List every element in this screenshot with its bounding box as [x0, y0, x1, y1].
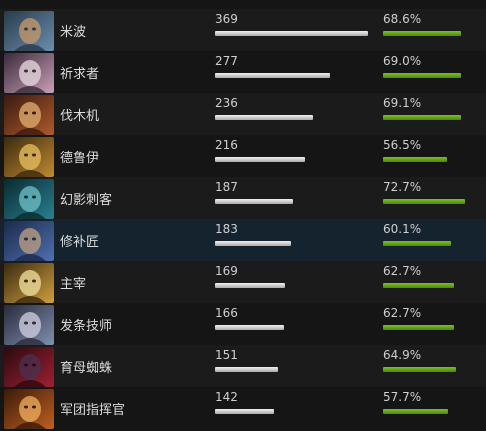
hero-name[interactable]: 育母蜘蛛 [60, 357, 112, 376]
win-rate: 69.0% [383, 54, 422, 68]
win-rate: 60.1% [383, 222, 422, 236]
win-rate-bar [383, 31, 461, 36]
match-count-bar [215, 241, 291, 246]
hero-row[interactable]: 修补匠 183 60.1% [0, 219, 486, 261]
hero-portrait-icon [4, 221, 54, 261]
win-rate-bar [383, 115, 461, 120]
match-count: 236 [215, 96, 238, 110]
match-count: 277 [215, 54, 238, 68]
win-rate-bar [383, 367, 456, 372]
match-count-bar [215, 199, 293, 204]
hero-row[interactable]: 伐木机 236 69.1% [0, 93, 486, 135]
hero-name[interactable]: 幻影刺客 [60, 189, 112, 208]
match-count-bar [215, 157, 305, 162]
hero-name[interactable]: 祈求者 [60, 63, 99, 82]
hero-portrait-icon [4, 263, 54, 303]
win-rate: 57.7% [383, 390, 422, 404]
hero-name[interactable]: 德鲁伊 [60, 147, 99, 166]
hero-name[interactable]: 米波 [60, 21, 86, 40]
match-count: 142 [215, 390, 238, 404]
win-rate-bar [383, 325, 454, 330]
hero-name[interactable]: 伐木机 [60, 105, 99, 124]
hero-row[interactable]: 幻影刺客 187 72.7% [0, 177, 486, 219]
match-count-bar [215, 283, 285, 288]
hero-portrait-icon [4, 347, 54, 387]
win-rate-bar [383, 241, 451, 246]
match-count-bar [215, 115, 313, 120]
hero-name[interactable]: 发条技师 [60, 315, 112, 334]
hero-portrait-icon [4, 53, 54, 93]
match-count-bar [215, 73, 330, 78]
win-rate-bar [383, 157, 447, 162]
match-count: 151 [215, 348, 238, 362]
win-rate: 64.9% [383, 348, 422, 362]
hero-name[interactable]: 修补匠 [60, 231, 99, 250]
match-count: 369 [215, 12, 238, 26]
hero-row[interactable]: 主宰 169 62.7% [0, 261, 486, 303]
win-rate: 68.6% [383, 12, 422, 26]
match-count: 183 [215, 222, 238, 236]
match-count-bar [215, 367, 278, 372]
hero-portrait-icon [4, 137, 54, 177]
win-rate-bar [383, 409, 448, 414]
hero-row[interactable]: 德鲁伊 216 56.5% [0, 135, 486, 177]
hero-row[interactable]: 育母蜘蛛 151 64.9% [0, 345, 486, 387]
hero-portrait-icon [4, 389, 54, 429]
win-rate-bar [383, 283, 454, 288]
hero-stats-table: 米波 369 68.6% 祈求者 277 69.0% 伐木机 236 69.1% 德鲁伊 216 56… [0, 0, 486, 431]
win-rate-bar [383, 73, 461, 78]
hero-name[interactable]: 主宰 [60, 273, 86, 292]
match-count: 169 [215, 264, 238, 278]
hero-row[interactable]: 发条技师 166 62.7% [0, 303, 486, 345]
hero-name[interactable]: 军团指挥官 [60, 399, 125, 418]
hero-portrait-icon [4, 95, 54, 135]
match-count: 216 [215, 138, 238, 152]
hero-row[interactable]: 祈求者 277 69.0% [0, 51, 486, 93]
match-count: 166 [215, 306, 238, 320]
win-rate-bar [383, 199, 465, 204]
win-rate: 56.5% [383, 138, 422, 152]
match-count: 187 [215, 180, 238, 194]
match-count-bar [215, 31, 368, 36]
win-rate: 62.7% [383, 306, 422, 320]
hero-row[interactable]: 米波 369 68.6% [0, 9, 486, 51]
win-rate: 69.1% [383, 96, 422, 110]
match-count-bar [215, 409, 274, 414]
hero-portrait-icon [4, 305, 54, 345]
hero-portrait-icon [4, 179, 54, 219]
hero-portrait-icon [4, 11, 54, 51]
win-rate: 72.7% [383, 180, 422, 194]
hero-row[interactable]: 军团指挥官 142 57.7% [0, 387, 486, 429]
win-rate: 62.7% [383, 264, 422, 278]
match-count-bar [215, 325, 284, 330]
